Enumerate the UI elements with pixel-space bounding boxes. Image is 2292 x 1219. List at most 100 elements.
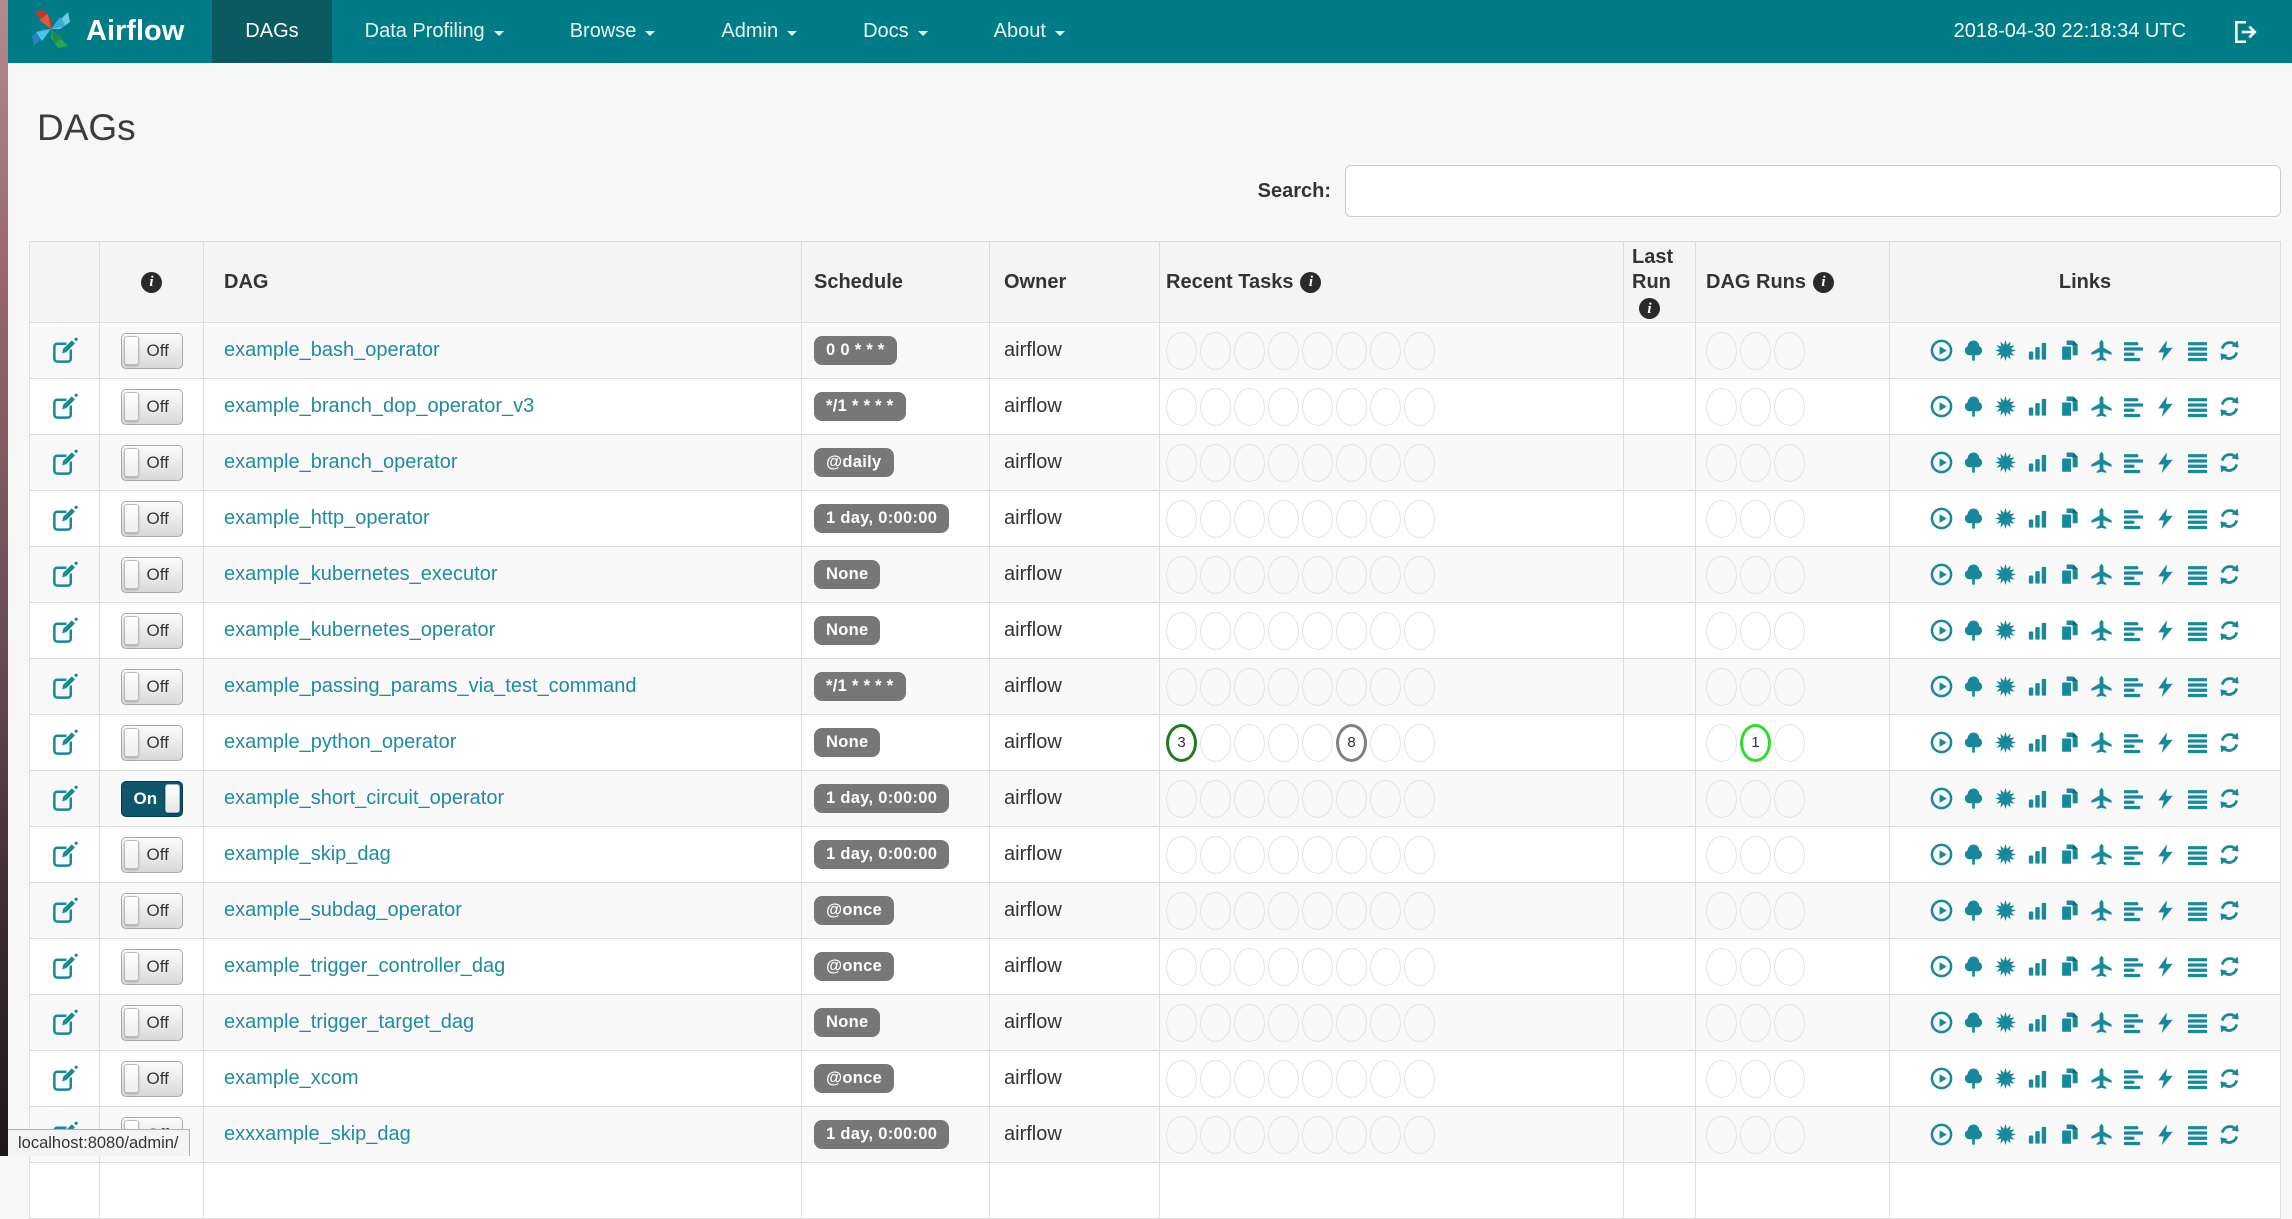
task-state-circle[interactable]: [1166, 331, 1197, 370]
dag-name-link[interactable]: example_trigger_target_dag: [224, 1011, 474, 1034]
task-state-circle[interactable]: [1200, 387, 1231, 426]
task-state-circle[interactable]: [1302, 611, 1333, 650]
dag-pause-toggle[interactable]: Off: [120, 892, 183, 929]
gantt-chart-icon[interactable]: [2122, 451, 2145, 474]
tree-view-icon[interactable]: [1962, 675, 1985, 698]
code-bolt-icon[interactable]: [2154, 1067, 2177, 1090]
task-duration-chart-icon[interactable]: [2026, 787, 2049, 810]
task-state-circle[interactable]: [1234, 947, 1265, 986]
landing-times-plane-icon[interactable]: [2090, 507, 2113, 530]
edit-dag-button[interactable]: [50, 784, 79, 813]
task-state-circle[interactable]: [1234, 331, 1265, 370]
gantt-chart-icon[interactable]: [2122, 563, 2145, 586]
info-icon[interactable]: i: [1300, 271, 1322, 293]
code-bolt-icon[interactable]: [2154, 843, 2177, 866]
graph-view-sunburst-icon[interactable]: [1994, 899, 2017, 922]
task-tries-pages-icon[interactable]: [2058, 1011, 2081, 1034]
task-duration-chart-icon[interactable]: [2026, 619, 2049, 642]
task-state-circle[interactable]: [1404, 779, 1435, 818]
code-bolt-icon[interactable]: [2154, 899, 2177, 922]
refresh-icon[interactable]: [2218, 1067, 2241, 1090]
task-state-circle[interactable]: [1302, 779, 1333, 818]
task-tries-pages-icon[interactable]: [2058, 955, 2081, 978]
code-bolt-icon[interactable]: [2154, 451, 2177, 474]
dag-run-circle[interactable]: [1706, 555, 1737, 594]
task-tries-pages-icon[interactable]: [2058, 675, 2081, 698]
task-tries-pages-icon[interactable]: [2058, 731, 2081, 754]
gantt-chart-icon[interactable]: [2122, 507, 2145, 530]
task-tries-pages-icon[interactable]: [2058, 395, 2081, 418]
task-state-circle[interactable]: [1404, 891, 1435, 930]
refresh-icon[interactable]: [2218, 899, 2241, 922]
gantt-chart-icon[interactable]: [2122, 731, 2145, 754]
task-duration-chart-icon[interactable]: [2026, 955, 2049, 978]
task-state-circle[interactable]: [1200, 891, 1231, 930]
task-state-circle[interactable]: [1302, 331, 1333, 370]
task-duration-chart-icon[interactable]: [2026, 675, 2049, 698]
dag-run-circle[interactable]: [1774, 779, 1805, 818]
dag-name-link[interactable]: example_subdag_operator: [224, 899, 462, 922]
dag-details-list-icon[interactable]: [2186, 1067, 2209, 1090]
task-state-circle[interactable]: [1302, 443, 1333, 482]
dag-run-circle[interactable]: [1706, 499, 1737, 538]
dag-details-list-icon[interactable]: [2186, 1011, 2209, 1034]
trigger-dag-play-icon[interactable]: [1930, 395, 1953, 418]
task-state-circle[interactable]: [1166, 443, 1197, 482]
dag-pause-toggle[interactable]: Off: [120, 836, 183, 873]
task-tries-pages-icon[interactable]: [2058, 899, 2081, 922]
refresh-icon[interactable]: [2218, 787, 2241, 810]
task-state-circle[interactable]: [1370, 891, 1401, 930]
dag-name-link[interactable]: example_xcom: [224, 1067, 359, 1090]
task-state-circle[interactable]: [1200, 667, 1231, 706]
task-state-circle[interactable]: [1336, 947, 1367, 986]
tree-view-icon[interactable]: [1962, 955, 1985, 978]
task-duration-chart-icon[interactable]: [2026, 1123, 2049, 1146]
task-state-circle[interactable]: [1336, 779, 1367, 818]
task-state-circle[interactable]: [1166, 499, 1197, 538]
task-state-circle[interactable]: [1370, 723, 1401, 762]
task-state-circle[interactable]: [1268, 947, 1299, 986]
task-state-circle[interactable]: [1404, 387, 1435, 426]
dag-run-circle[interactable]: [1740, 387, 1771, 426]
trigger-dag-play-icon[interactable]: [1930, 563, 1953, 586]
dag-name-link[interactable]: example_passing_params_via_test_command: [224, 675, 636, 698]
code-bolt-icon[interactable]: [2154, 619, 2177, 642]
dag-run-circle[interactable]: [1706, 611, 1737, 650]
task-state-circle[interactable]: [1234, 555, 1265, 594]
dag-run-circle[interactable]: [1740, 835, 1771, 874]
task-state-circle[interactable]: [1370, 947, 1401, 986]
landing-times-plane-icon[interactable]: [2090, 731, 2113, 754]
tree-view-icon[interactable]: [1962, 1067, 1985, 1090]
nav-item-browse[interactable]: Browse: [537, 0, 689, 63]
task-state-circle[interactable]: [1268, 667, 1299, 706]
task-state-circle[interactable]: [1166, 1003, 1197, 1042]
task-state-circle[interactable]: [1302, 947, 1333, 986]
task-state-circle[interactable]: [1166, 611, 1197, 650]
dag-run-circle[interactable]: [1740, 611, 1771, 650]
refresh-icon[interactable]: [2218, 563, 2241, 586]
dag-name-link[interactable]: example_branch_operator: [224, 451, 458, 474]
task-state-circle[interactable]: [1268, 723, 1299, 762]
task-state-circle[interactable]: [1302, 499, 1333, 538]
dag-run-circle[interactable]: [1774, 1115, 1805, 1154]
task-state-circle[interactable]: [1370, 835, 1401, 874]
edit-dag-button[interactable]: [50, 448, 79, 477]
task-state-circle[interactable]: [1234, 443, 1265, 482]
task-state-circle[interactable]: [1200, 443, 1231, 482]
task-state-circle[interactable]: [1302, 835, 1333, 874]
task-state-circle[interactable]: [1200, 1115, 1231, 1154]
landing-times-plane-icon[interactable]: [2090, 955, 2113, 978]
dag-pause-toggle[interactable]: Off: [120, 556, 183, 593]
tree-view-icon[interactable]: [1962, 1011, 1985, 1034]
dag-run-circle[interactable]: [1706, 1003, 1737, 1042]
task-state-circle[interactable]: [1234, 1059, 1265, 1098]
code-bolt-icon[interactable]: [2154, 1123, 2177, 1146]
task-state-circle[interactable]: [1268, 1059, 1299, 1098]
code-bolt-icon[interactable]: [2154, 395, 2177, 418]
tree-view-icon[interactable]: [1962, 619, 1985, 642]
dag-run-circle[interactable]: [1740, 331, 1771, 370]
dag-name-link[interactable]: example_skip_dag: [224, 843, 391, 866]
task-state-circle[interactable]: [1302, 1059, 1333, 1098]
trigger-dag-play-icon[interactable]: [1930, 955, 1953, 978]
task-state-circle[interactable]: [1200, 331, 1231, 370]
